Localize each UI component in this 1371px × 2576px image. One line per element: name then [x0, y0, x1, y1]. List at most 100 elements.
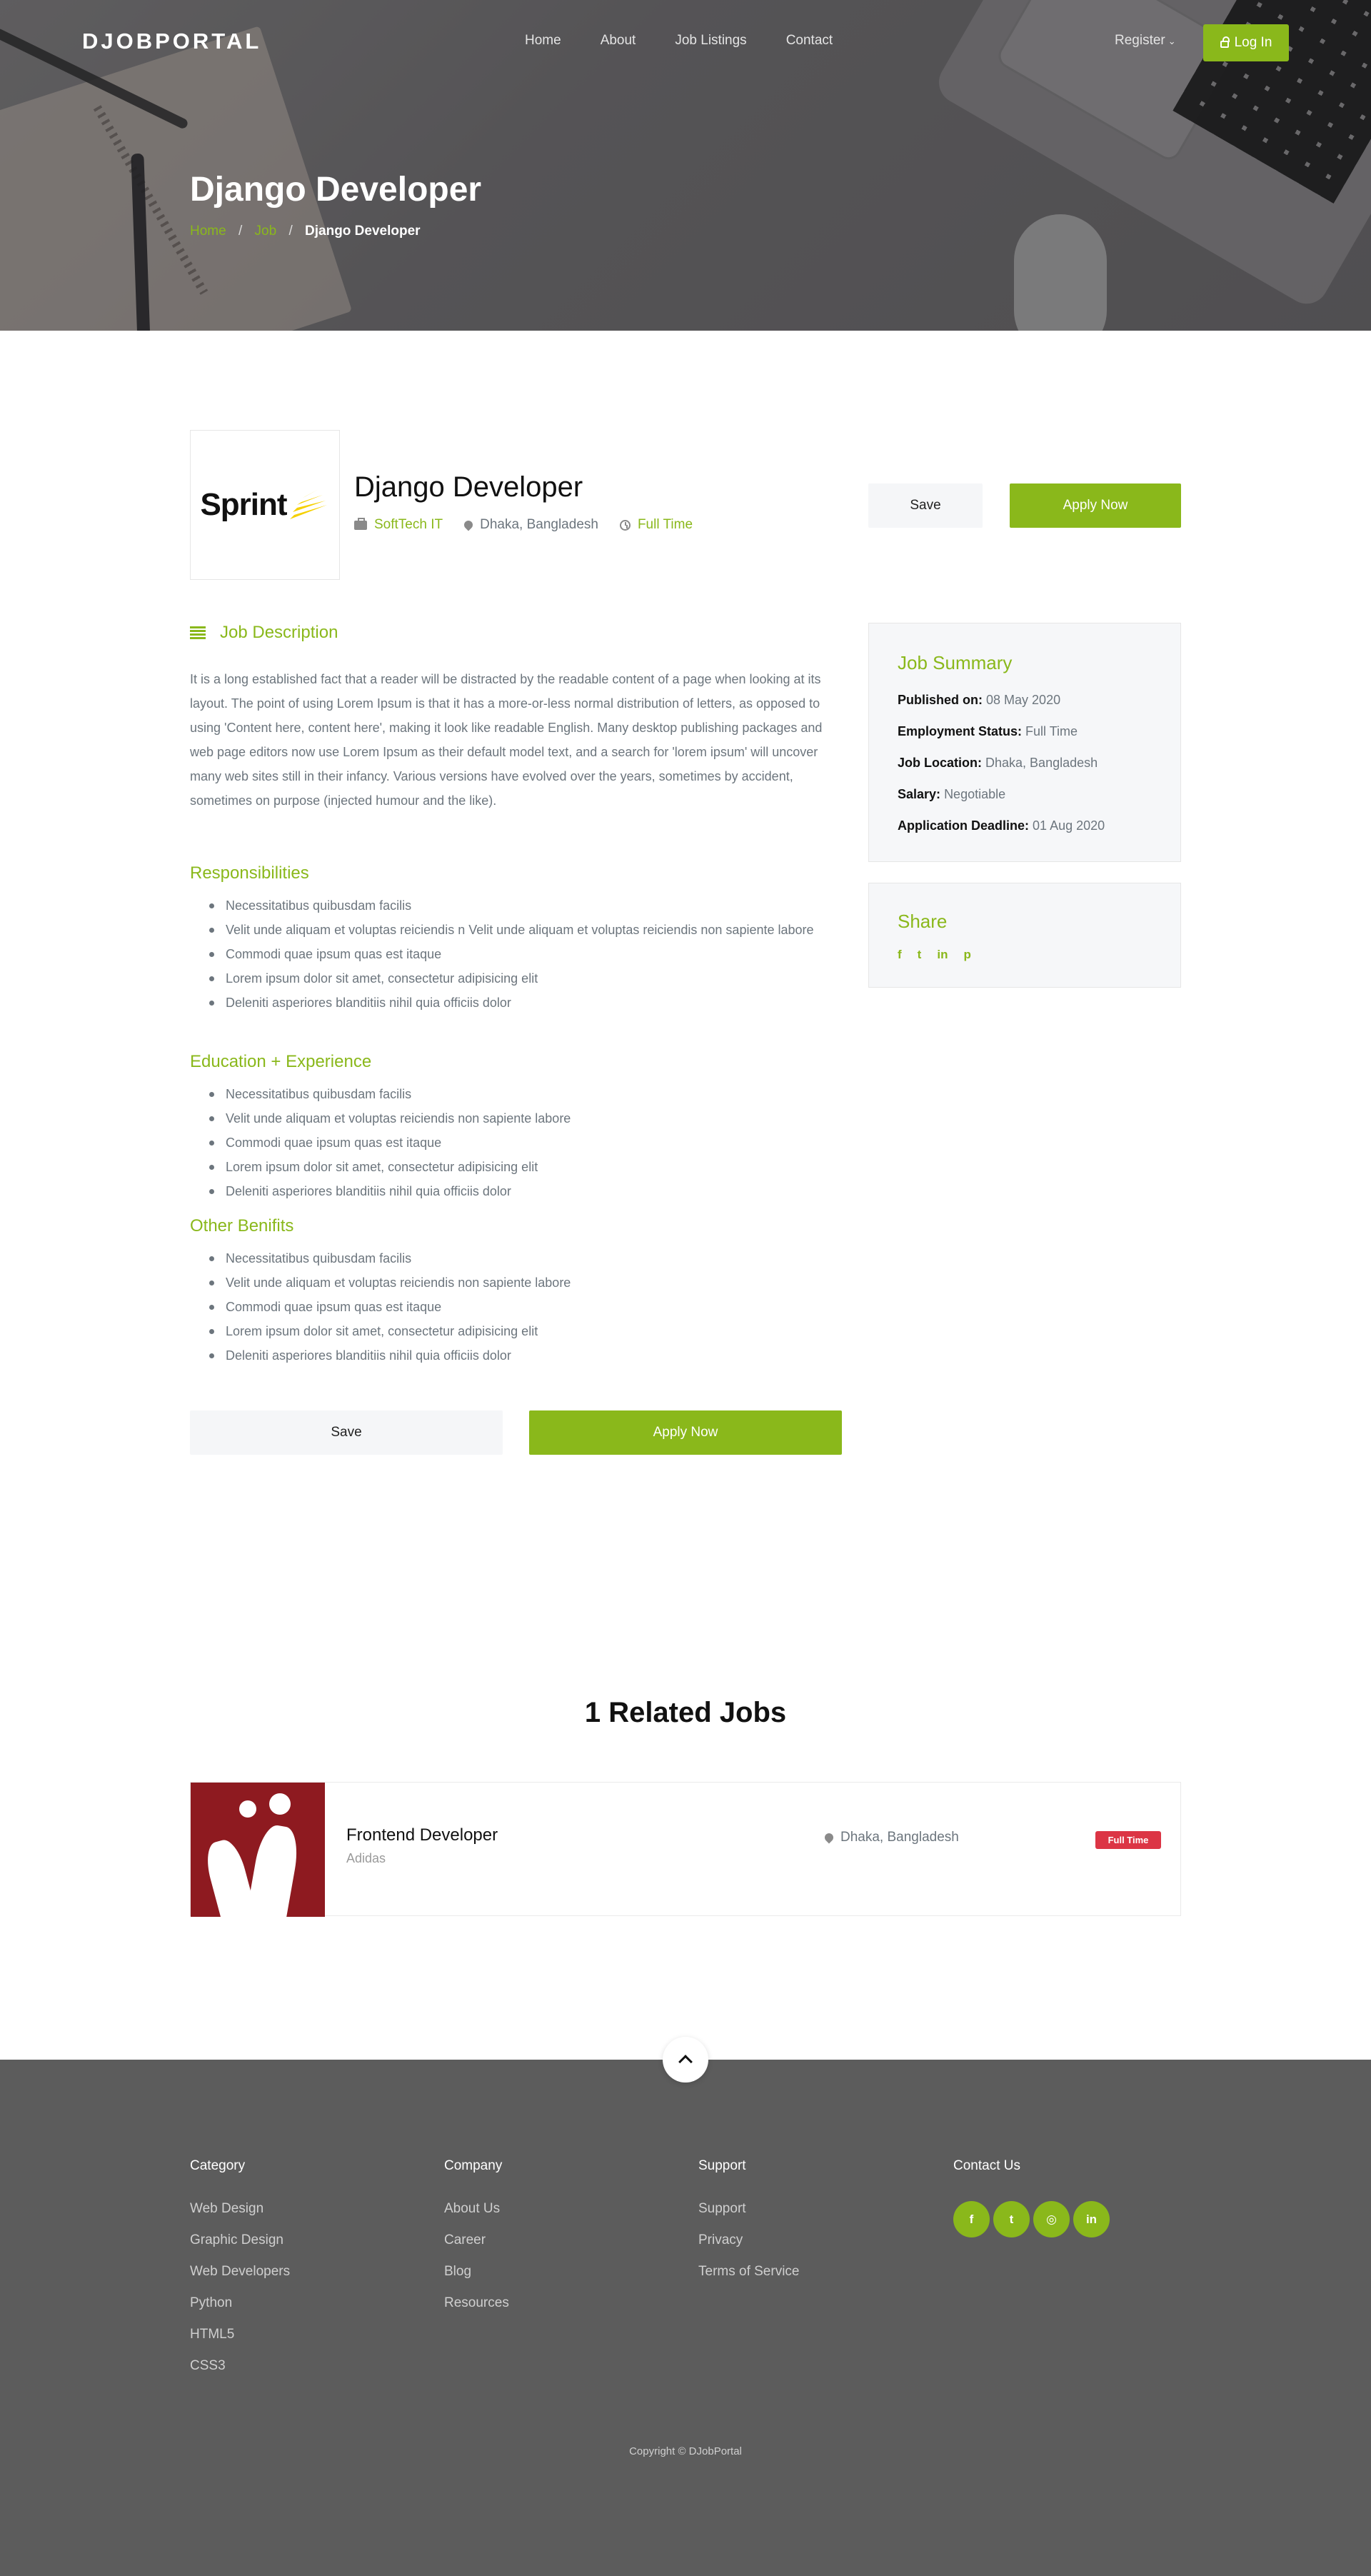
facebook-icon[interactable]: f: [953, 2201, 990, 2237]
list-item: Commodi quae ipsum quas est itaque: [190, 1295, 847, 1319]
nav-links: Home About Job Listings Contact: [525, 33, 833, 49]
list-item: Lorem ipsum dolor sit amet, consectetur …: [190, 1319, 847, 1343]
summary-value: 08 May 2020: [986, 693, 1061, 707]
footer-link[interactable]: CSS3: [190, 2358, 290, 2374]
summary-label: Application Deadline:: [898, 818, 1030, 833]
apply-now-button-bottom[interactable]: Apply Now: [529, 1410, 842, 1455]
summary-row-published: Published on: 08 May 2020: [898, 693, 1060, 708]
footer-link[interactable]: Terms of Service: [698, 2264, 799, 2280]
related-job-title[interactable]: Frontend Developer: [346, 1825, 498, 1845]
map-pin-icon: [823, 1831, 835, 1844]
footer-heading: Contact Us: [953, 2158, 1020, 2173]
list-item: Deleniti asperiores blanditiis nihil qui…: [190, 1179, 847, 1203]
navbar: DJOBPORTAL Home About Job Listings Conta…: [0, 0, 1371, 86]
sprint-wing-icon: [289, 489, 327, 519]
responsibilities-list: Necessitatibus quibusdam facilis Velit u…: [190, 893, 847, 1015]
job-description-text: It is a long established fact that a rea…: [190, 672, 823, 808]
nav-link-contact[interactable]: Contact: [786, 33, 833, 49]
footer-link[interactable]: Privacy: [698, 2232, 799, 2248]
login-button[interactable]: Log In: [1203, 24, 1289, 61]
instagram-icon[interactable]: ◎: [1033, 2201, 1070, 2237]
footer-link[interactable]: HTML5: [190, 2327, 290, 2342]
save-button-bottom[interactable]: Save: [190, 1410, 503, 1455]
logo-figure-body: [245, 1823, 302, 1917]
summary-label: Job Location:: [898, 756, 982, 770]
footer-link[interactable]: Graphic Design: [190, 2232, 290, 2248]
share-card: Share f t in p: [868, 883, 1181, 988]
related-company-logo: [191, 1783, 325, 1917]
breadcrumb-separator: /: [288, 224, 293, 239]
clock-icon: [619, 519, 631, 531]
social-icons: f t ◎ in: [953, 2201, 1110, 2237]
share-title: Share: [898, 911, 948, 932]
summary-value: Dhaka, Bangladesh: [985, 756, 1098, 770]
page-title: Django Developer: [190, 171, 482, 209]
footer-link[interactable]: Blog: [444, 2264, 509, 2280]
job-type: Full Time: [619, 517, 693, 533]
save-button[interactable]: Save: [868, 483, 983, 528]
job-location: Dhaka, Bangladesh: [462, 517, 598, 533]
chevron-up-icon: [678, 2055, 693, 2069]
job-title: Django Developer: [354, 471, 583, 503]
footer-link[interactable]: About Us: [444, 2201, 509, 2217]
breadcrumb: Home / Job / Django Developer: [190, 224, 421, 239]
summary-row-deadline: Application Deadline: 01 Aug 2020: [898, 818, 1105, 833]
job-summary-card: Job Summary Published on: 08 May 2020 Em…: [868, 623, 1181, 862]
breadcrumb-home[interactable]: Home: [190, 224, 226, 239]
footer-link[interactable]: Web Design: [190, 2201, 290, 2217]
job-company: SoftTech IT: [354, 517, 443, 533]
back-to-top-button[interactable]: [663, 2037, 708, 2083]
benefits-title: Other Benifits: [190, 1216, 294, 1236]
footer-category: Category Web Design Graphic Design Web D…: [190, 2158, 290, 2390]
nav-link-about[interactable]: About: [601, 33, 636, 49]
footer-link[interactable]: Support: [698, 2201, 799, 2217]
footer-heading: Support: [698, 2158, 746, 2173]
summary-value: Full Time: [1025, 724, 1078, 738]
footer-link[interactable]: Web Developers: [190, 2264, 290, 2280]
apply-now-button[interactable]: Apply Now: [1010, 483, 1181, 528]
register-dropdown[interactable]: Register ⌄: [1115, 33, 1176, 49]
list-item: Necessitatibus quibusdam facilis: [190, 1082, 847, 1106]
chevron-down-icon: ⌄: [1167, 36, 1176, 46]
summary-label: Employment Status:: [898, 724, 1023, 738]
breadcrumb-job[interactable]: Job: [255, 224, 277, 239]
pinterest-icon[interactable]: p: [963, 948, 970, 962]
company-logo: Sprint: [190, 430, 340, 580]
briefcase-icon: [354, 517, 367, 530]
job-description-title: Job Description: [220, 623, 338, 642]
job-location-text: Dhaka, Bangladesh: [480, 517, 598, 532]
related-job-location-text: Dhaka, Bangladesh: [840, 1830, 959, 1845]
facebook-icon[interactable]: f: [898, 948, 902, 962]
job-type-text: Full Time: [637, 517, 693, 532]
logo-figure-head: [239, 1800, 256, 1818]
footer-contact: Contact Us f t ◎ in: [953, 2158, 1110, 2237]
footer-link[interactable]: Career: [444, 2232, 509, 2248]
summary-label: Published on:: [898, 693, 983, 707]
nav-link-home[interactable]: Home: [525, 33, 561, 49]
hero-banner: DJOBPORTAL Home About Job Listings Conta…: [0, 0, 1371, 331]
linkedin-icon[interactable]: in: [1073, 2201, 1110, 2237]
job-description-heading: Job Description: [190, 623, 338, 643]
related-job-card[interactable]: Frontend Developer Adidas Dhaka, Banglad…: [190, 1782, 1181, 1917]
related-jobs-title: 1 Related Jobs: [584, 1697, 787, 1728]
footer-link[interactable]: Python: [190, 2295, 290, 2311]
footer-support: Support Support Privacy Terms of Service: [698, 2158, 799, 2295]
twitter-icon[interactable]: t: [918, 948, 922, 962]
benefits-list: Necessitatibus quibusdam facilis Velit u…: [190, 1246, 847, 1368]
job-summary-title: Job Summary: [898, 652, 1013, 673]
list-item: Necessitatibus quibusdam facilis: [190, 893, 847, 918]
company-logo-text: Sprint: [200, 487, 287, 522]
list-item: Lorem ipsum dolor sit amet, consectetur …: [190, 1155, 847, 1179]
site-logo[interactable]: DJOBPORTAL: [82, 29, 261, 54]
linkedin-icon[interactable]: in: [937, 948, 948, 962]
copyright: Copyright © DJobPortal: [629, 2445, 742, 2457]
footer-heading: Company: [444, 2158, 503, 2173]
align-left-icon: [190, 626, 206, 639]
breadcrumb-current: Django Developer: [305, 224, 421, 239]
map-pin-icon: [462, 518, 475, 531]
breadcrumb-separator: /: [238, 224, 243, 239]
summary-row-location: Job Location: Dhaka, Bangladesh: [898, 756, 1098, 771]
footer-link[interactable]: Resources: [444, 2295, 509, 2311]
twitter-icon[interactable]: t: [993, 2201, 1030, 2237]
nav-link-job-listings[interactable]: Job Listings: [675, 33, 746, 49]
